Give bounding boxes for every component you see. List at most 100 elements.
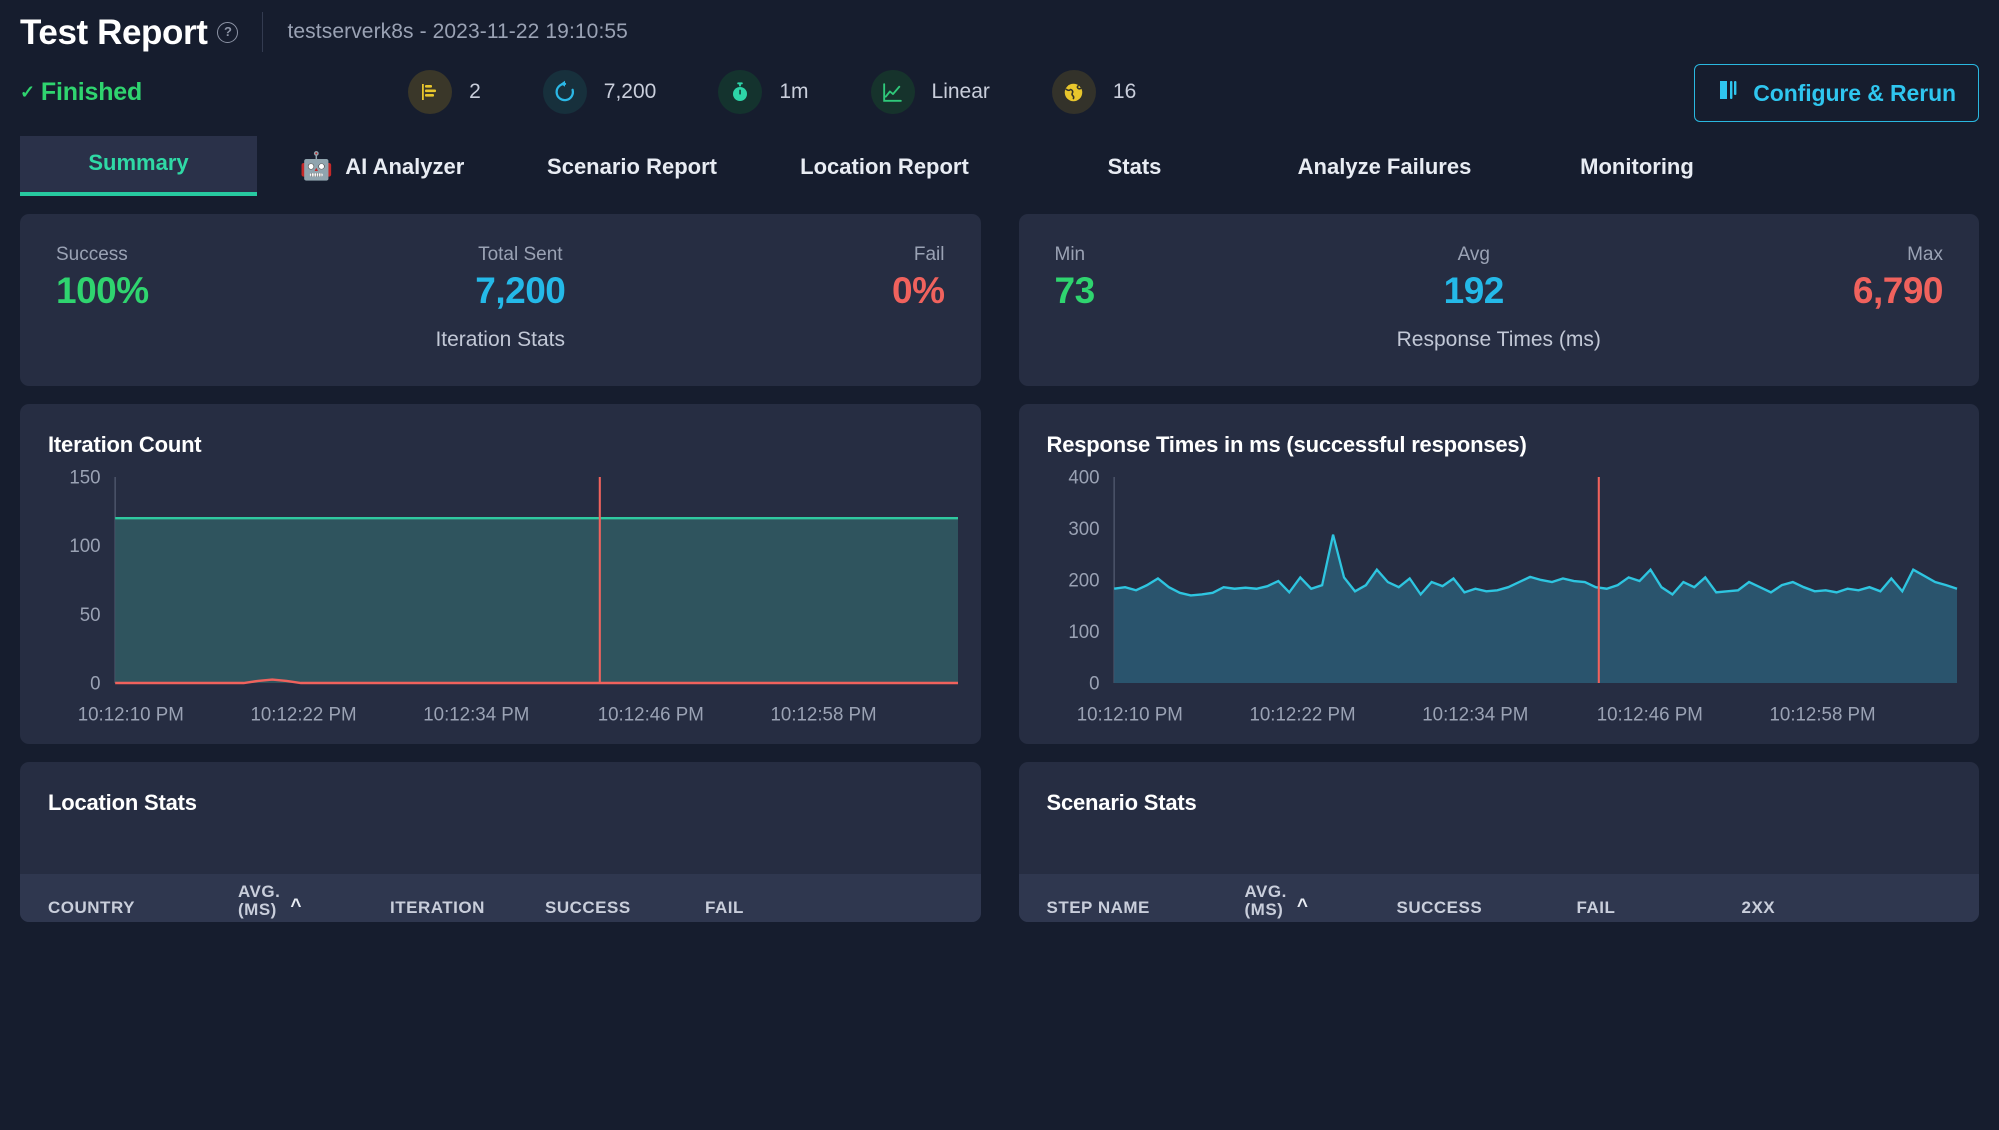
test-report-page: Test Report ? testserverk8s - 2023-11-22… <box>0 0 1999 1130</box>
svg-text:10:12:34 PM: 10:12:34 PM <box>1422 704 1528 726</box>
iteration-stats-card: Success 100% Total Sent 7,200 Fail 0% It… <box>20 214 981 386</box>
question-circle-icon[interactable]: ? <box>217 22 238 43</box>
iteration-fail-label: Fail <box>892 244 944 266</box>
location-col-success-label: SUCCESS <box>545 898 631 918</box>
tab-monitoring[interactable]: Monitoring <box>1512 140 1762 196</box>
response-avg-label: Avg <box>1444 244 1504 266</box>
iteration-total-sent: Total Sent 7,200 <box>475 244 565 312</box>
iteration-count-chart-area[interactable]: 05010015010:12:10 PM10:12:22 PM10:12:34 … <box>34 466 971 740</box>
location-col-country[interactable]: COUNTRY <box>48 898 238 918</box>
scenario-col-success-label: SUCCESS <box>1397 898 1483 918</box>
svg-text:200: 200 <box>1068 570 1099 592</box>
location-stats-title: Location Stats <box>48 790 953 816</box>
scenario-stats-title: Scenario Stats <box>1047 790 1952 816</box>
svg-text:10:12:58 PM: 10:12:58 PM <box>771 704 877 726</box>
iteration-count-chart-card: Iteration Count 05010015010:12:10 PM10:1… <box>20 404 981 744</box>
metric-ramp-type-value: Linear <box>932 80 990 104</box>
scenario-col-avg[interactable]: AVG. (MS) ^ <box>1245 883 1397 918</box>
sort-asc-icon[interactable]: ^ <box>1297 896 1309 918</box>
svg-text:50: 50 <box>80 604 101 626</box>
location-col-avg-label: AVG. (MS) <box>238 883 280 918</box>
tab-scenario-report-label: Scenario Report <box>547 154 717 180</box>
metrics-group: 2 7,200 <box>408 70 1136 114</box>
tab-location-report-label: Location Report <box>800 154 969 180</box>
response-max: Max 6,790 <box>1853 244 1943 312</box>
metric-duration-value: 1m <box>779 80 808 104</box>
ramp-type-icon <box>871 70 915 114</box>
svg-text:0: 0 <box>1089 673 1099 695</box>
svg-text:10:12:58 PM: 10:12:58 PM <box>1769 704 1875 726</box>
scenario-col-avg-sub: (MS) <box>1245 901 1287 918</box>
svg-text:10:12:46 PM: 10:12:46 PM <box>1596 704 1702 726</box>
svg-text:10:12:46 PM: 10:12:46 PM <box>598 704 704 726</box>
svg-text:10:12:10 PM: 10:12:10 PM <box>78 704 184 726</box>
response-stats-values: Min 73 Avg 192 Max 6,790 <box>1055 244 1944 312</box>
page-header: Test Report ? testserverk8s - 2023-11-22… <box>0 0 1999 56</box>
svg-text:0: 0 <box>90 673 100 695</box>
location-col-fail[interactable]: FAIL <box>705 898 744 918</box>
response-avg: Avg 192 <box>1444 244 1504 312</box>
response-times-chart-card: Response Times in ms (successful respons… <box>1019 404 1980 744</box>
iteration-success-label: Success <box>56 244 149 266</box>
response-max-value: 6,790 <box>1853 270 1943 312</box>
report-tabs: Summary 🤖 AI Analyzer Scenario Report Lo… <box>0 128 1999 196</box>
svg-text:10:12:34 PM: 10:12:34 PM <box>423 704 529 726</box>
globe-icon <box>1052 70 1096 114</box>
table-cards-row: Location Stats COUNTRY AVG. (MS) ^ ITERA… <box>0 744 1999 922</box>
svg-text:10:12:10 PM: 10:12:10 PM <box>1076 704 1182 726</box>
scenario-col-avg-main: AVG. <box>1245 883 1287 900</box>
tab-analyze-failures[interactable]: Analyze Failures <box>1257 140 1512 196</box>
svg-text:400: 400 <box>1068 467 1099 489</box>
scenario-col-fail[interactable]: FAIL <box>1577 898 1742 918</box>
svg-text:10:12:22 PM: 10:12:22 PM <box>1249 704 1355 726</box>
location-col-iteration[interactable]: ITERATION <box>390 898 545 918</box>
scenario-col-step-name[interactable]: STEP NAME <box>1047 898 1245 918</box>
scenario-col-2xx-label: 2XX <box>1742 898 1776 918</box>
response-stats-caption: Response Times (ms) <box>1055 328 1944 352</box>
tab-analyze-failures-label: Analyze Failures <box>1298 154 1472 180</box>
tab-stats-label: Stats <box>1108 154 1162 180</box>
configure-icon <box>1717 78 1741 108</box>
metric-load-profile-value: 2 <box>469 80 481 104</box>
location-col-country-label: COUNTRY <box>48 898 135 918</box>
svg-text:100: 100 <box>1068 622 1099 644</box>
duration-icon <box>718 70 762 114</box>
iteration-fail: Fail 0% <box>892 244 944 312</box>
response-times-chart-area[interactable]: 010020030040010:12:10 PM10:12:22 PM10:12… <box>1033 466 1970 740</box>
tab-stats[interactable]: Stats <box>1012 140 1257 196</box>
scenario-stats-header-row: STEP NAME AVG. (MS) ^ SUCCESS FAIL 2XX <box>1019 874 1980 922</box>
tab-summary[interactable]: Summary <box>20 136 257 196</box>
meta-row: ✓ Finished 2 <box>0 56 1999 128</box>
tab-location-report[interactable]: Location Report <box>757 140 1012 196</box>
scenario-col-fail-label: FAIL <box>1577 898 1616 918</box>
iteration-stats-caption: Iteration Stats <box>56 328 945 352</box>
scenario-col-step-name-label: STEP NAME <box>1047 898 1150 918</box>
response-min-label: Min <box>1055 244 1095 266</box>
location-col-fail-label: FAIL <box>705 898 744 918</box>
configure-rerun-button[interactable]: Configure & Rerun <box>1694 64 1979 122</box>
iteration-success-value: 100% <box>56 270 149 312</box>
iteration-success: Success 100% <box>56 244 149 312</box>
check-icon: ✓ <box>20 82 35 103</box>
sort-asc-icon[interactable]: ^ <box>290 896 302 918</box>
svg-text:100: 100 <box>69 536 100 558</box>
metric-iterations: 7,200 <box>543 70 657 114</box>
location-col-success[interactable]: SUCCESS <box>545 898 705 918</box>
status-badge: ✓ Finished <box>20 78 142 107</box>
tab-ai-analyzer[interactable]: 🤖 AI Analyzer <box>257 139 507 196</box>
location-stats-card: Location Stats COUNTRY AVG. (MS) ^ ITERA… <box>20 762 981 922</box>
location-col-avg[interactable]: AVG. (MS) ^ <box>238 883 390 918</box>
scenario-col-success[interactable]: SUCCESS <box>1397 898 1577 918</box>
header-divider <box>262 12 263 52</box>
tab-monitoring-label: Monitoring <box>1580 154 1694 180</box>
metric-duration: 1m <box>718 70 808 114</box>
stat-cards-row: Success 100% Total Sent 7,200 Fail 0% It… <box>0 196 1999 386</box>
tab-scenario-report[interactable]: Scenario Report <box>507 140 757 196</box>
response-min-value: 73 <box>1055 270 1095 312</box>
iterations-icon <box>543 70 587 114</box>
scenario-col-2xx[interactable]: 2XX <box>1742 898 1776 918</box>
metric-locations-value: 16 <box>1113 80 1136 104</box>
iteration-total-sent-value: 7,200 <box>475 270 565 312</box>
location-stats-header-row: COUNTRY AVG. (MS) ^ ITERATION SUCCESS FA… <box>20 874 981 922</box>
iteration-fail-value: 0% <box>892 270 944 312</box>
